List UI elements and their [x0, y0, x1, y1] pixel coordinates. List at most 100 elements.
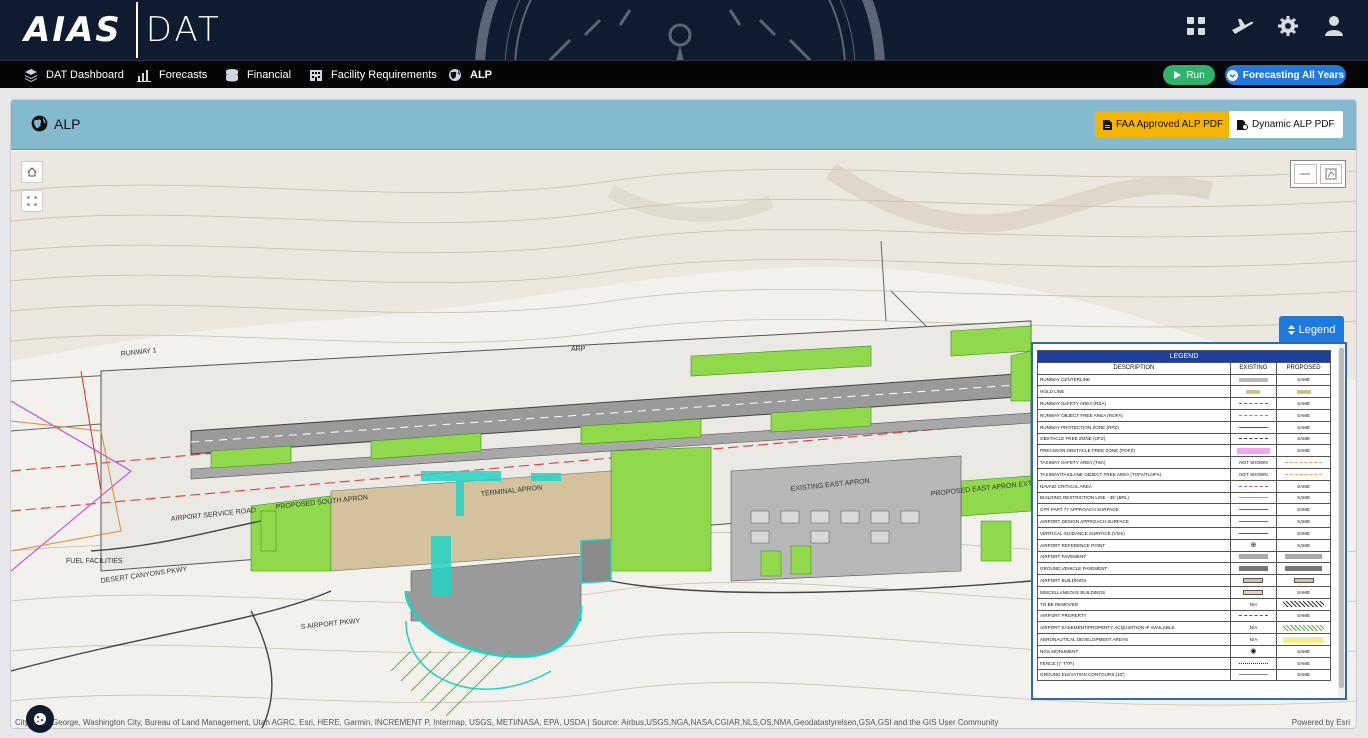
legend-row-existing-text: NOT SHOWN: [1239, 471, 1268, 477]
user-icon[interactable]: [1322, 14, 1346, 38]
legend-row-description: BUILDING RESTRICTION LINE - 35' (BRL): [1037, 491, 1231, 505]
legend-row-existing: [1229, 515, 1278, 528]
pdf-file-icon: [1103, 119, 1112, 130]
alp-card: ALP FAA Approved ALP PDF Dynamic ALP PDF: [10, 99, 1357, 729]
legend-button-label: Legend: [1298, 324, 1336, 336]
app-logo[interactable]: AIAS DAT: [24, 2, 222, 58]
legend-row-description: AIRPORT PROPERTY: [1037, 609, 1231, 623]
basemap-option-topo[interactable]: [1319, 164, 1342, 184]
legend-row: MISCELLANEOUS BUILDINGS SAME: [1037, 585, 1331, 599]
legend-row: AIRPORT BUILDINGS: [1037, 574, 1331, 587]
nav-label: Financial: [247, 69, 292, 81]
grid-icon[interactable]: [1184, 14, 1208, 38]
legend-row-proposed-text: SAME: [1297, 660, 1311, 666]
legend-row: AIRPORT PROPERTY SAME: [1037, 609, 1331, 623]
nav-item-dat-dashboard[interactable]: DAT Dashboard: [24, 61, 124, 89]
legend-row: BUILDING RESTRICTION LINE - 35' (BRL) SAM…: [1037, 491, 1331, 505]
legend-row-proposed-text: SAME: [1297, 648, 1311, 654]
top-icon-group: [1184, 14, 1346, 38]
legend-row: RUNWAY SAFETY AREA (RSA) SAME: [1037, 397, 1331, 410]
legend-row: AERONAUTICAL DEVELOPMENT AREAS N/A: [1037, 633, 1331, 646]
gear-icon[interactable]: [1276, 14, 1300, 38]
forecasting-years-button[interactable]: Forecasting All Years: [1225, 65, 1346, 85]
cookie-icon: [34, 713, 46, 725]
legend-row-description: RUNWAY CENTERLINE: [1037, 373, 1231, 387]
legend-row-proposed: [1276, 562, 1331, 576]
page-title: ALP: [31, 115, 80, 132]
logo-mark: AIAS: [24, 10, 122, 50]
legend-row-existing: [1229, 656, 1278, 670]
chart-icon: [137, 70, 151, 82]
powered-by-esri[interactable]: Powered by Esri: [1292, 718, 1350, 727]
legend-row-existing: [1229, 420, 1278, 434]
legend-row-description: TAXIWAY SAFETY AREA (TSA): [1037, 456, 1231, 469]
legend-row-existing-text: NOT SHOWN: [1239, 460, 1268, 466]
legend-row-existing: [1229, 479, 1278, 493]
legend-row: AIRPORT DESIGN APPROACH SURFACE SAME: [1037, 515, 1331, 528]
legend-row-proposed-text: SAME: [1297, 412, 1311, 418]
nav-item-alp[interactable]: ALP: [448, 61, 492, 89]
run-button[interactable]: Run: [1163, 65, 1215, 85]
faa-pdf-label: FAA Approved ALP PDF: [1116, 119, 1224, 130]
legend-row-description: TAXIWAY/TAXILANE OBJECT FREE AREA (TOFA/…: [1037, 467, 1231, 481]
legend-row-existing: [1229, 668, 1278, 682]
legend-header-proposed: PROPOSED: [1276, 361, 1331, 375]
legend-row-proposed: SAME: [1276, 432, 1331, 446]
legend-row-description: AERONAUTICAL DEVELOPMENT AREAS: [1037, 633, 1231, 646]
legend-row-description: AIRPORT REFERENCE POINT: [1037, 538, 1231, 552]
dynamic-alp-pdf-button[interactable]: Dynamic ALP PDF: [1229, 111, 1343, 138]
legend-row-description: AIRPORT BUILDINGS: [1037, 574, 1231, 587]
legend-row-proposed-text: SAME: [1297, 401, 1311, 407]
legend-row-existing: [1229, 585, 1278, 599]
nav-item-forecasts[interactable]: Forecasts: [137, 61, 207, 89]
pdf-map-icon: [1237, 119, 1248, 130]
legend-row-existing: [1229, 550, 1278, 564]
legend-panel[interactable]: LEGEND DESCRIPTION EXISTING PROPOSED RUN…: [1031, 342, 1347, 700]
legend-row-description: CFR PART 77 APPROACH SURFACE: [1037, 503, 1231, 517]
legend-scrollbar[interactable]: [1338, 344, 1345, 698]
legend-row-proposed: SAME: [1276, 609, 1331, 623]
layers-icon: [25, 69, 37, 82]
alp-map[interactable]: RUNWAY 1 TERMINAL APRON PROPOSED SOUTH A…: [11, 151, 1356, 728]
legend-row-proposed: SAME: [1276, 585, 1331, 599]
nav-item-financial[interactable]: Financial: [225, 61, 291, 89]
faa-approved-alp-pdf-button[interactable]: FAA Approved ALP PDF: [1095, 111, 1232, 138]
nav-item-facility-requirements[interactable]: Facility Requirements: [309, 61, 437, 89]
legend-toggle-button[interactable]: Legend: [1279, 316, 1344, 344]
legend-row: HOLD LINE: [1037, 385, 1331, 399]
legend-row-description: NAVAID CRITICAL AREA: [1037, 479, 1231, 493]
basemap-toggle: [1290, 160, 1346, 188]
legend-row-description: HOLD LINE: [1037, 385, 1231, 399]
map-terrain-icon: [1325, 168, 1337, 180]
legend-row: CFR PART 77 APPROACH SURFACE SAME: [1037, 503, 1331, 517]
legend-row-proposed: [1276, 633, 1331, 646]
legend-row-proposed: SAME: [1276, 656, 1331, 670]
legend-row-existing: [1229, 397, 1278, 410]
legend-row: AIRPORT REFERENCE POINT ⊕ SAME: [1037, 538, 1331, 552]
home-button[interactable]: [21, 161, 43, 183]
legend-row-proposed: SAME: [1276, 373, 1331, 387]
legend-row-proposed-text: SAME: [1297, 436, 1311, 442]
label-airport-pkwy: S AIRPORT PKWY: [300, 618, 360, 631]
cookie-settings-button[interactable]: [26, 705, 54, 733]
legend-row: FENCE (7' TYP.) SAME: [1037, 656, 1331, 670]
legend-table: LEGEND DESCRIPTION EXISTING PROPOSED RUN…: [1037, 350, 1331, 682]
legend-row-proposed: [1276, 550, 1331, 564]
label-fuel: FUEL FACILITIES: [66, 558, 123, 565]
legend-row: NGS MONUMENT ◉ SAME: [1037, 644, 1331, 658]
legend-row-proposed: SAME: [1276, 420, 1331, 434]
plane-icon[interactable]: [1230, 14, 1254, 38]
legend-row-proposed-text: SAME: [1297, 519, 1311, 525]
map-line-icon: [1300, 173, 1311, 175]
legend-row: RUNWAY PROTECTION ZONE (RPZ) SAME: [1037, 420, 1331, 434]
legend-row-proposed-text: SAME: [1297, 613, 1311, 619]
legend-title: LEGEND: [1037, 350, 1331, 363]
fullscreen-button[interactable]: [21, 190, 43, 212]
basemap-option-streets[interactable]: [1294, 164, 1317, 184]
legend-row-existing: [1229, 373, 1278, 387]
legend-row-proposed: [1276, 385, 1331, 399]
top-bar: AIAS DAT: [0, 0, 1368, 60]
legend-row-existing: [1229, 503, 1278, 517]
legend-row: GROUND ELEVATION CONTOURS (10') SAME: [1037, 668, 1331, 682]
page-title-text: ALP: [54, 115, 81, 132]
